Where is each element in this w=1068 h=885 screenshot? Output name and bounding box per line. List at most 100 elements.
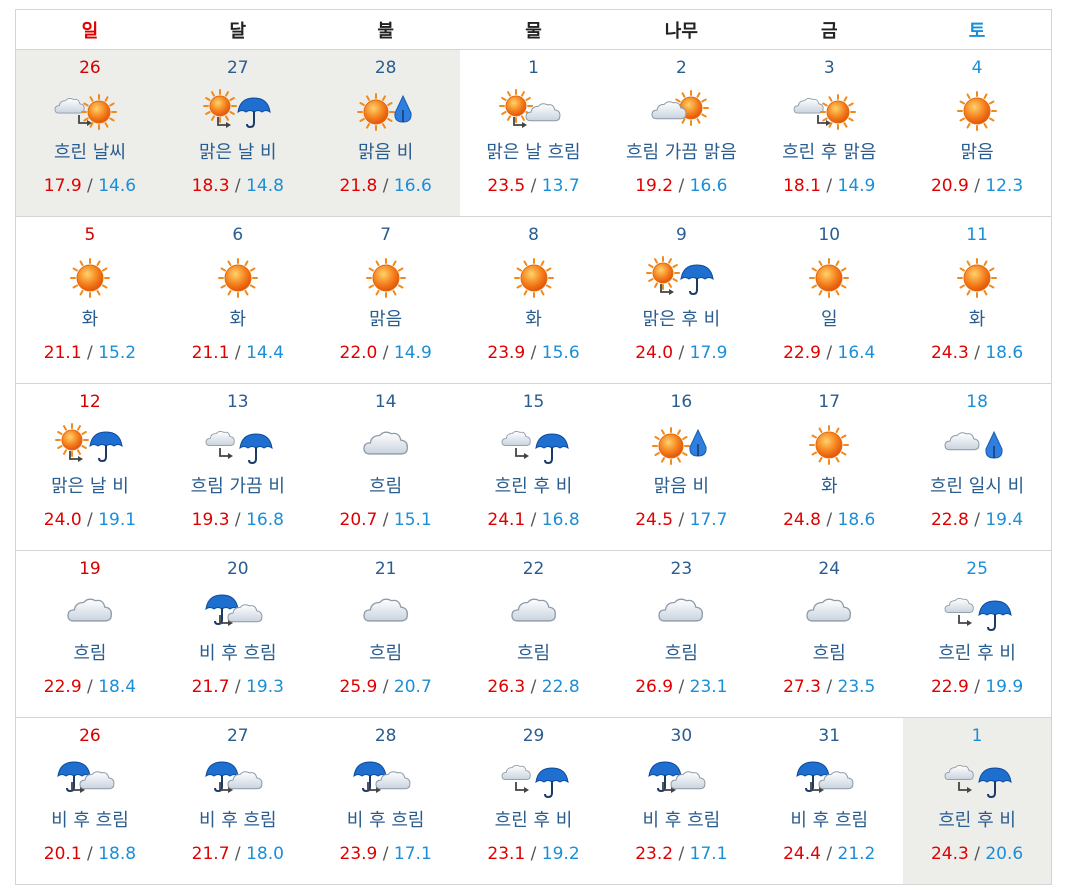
temperature-range: 23.9 / 15.6	[460, 343, 608, 363]
sun-icon	[791, 255, 867, 301]
weather-condition: 비 후 흐림	[198, 643, 277, 664]
temperature-range: 24.0 / 17.9	[607, 343, 755, 363]
temperature-separator: /	[377, 844, 394, 864]
cloud-icon	[496, 589, 572, 635]
temperature-range: 20.7 / 15.1	[312, 510, 460, 530]
day-cell[interactable]: 25 흐린 후 비 22.9 / 19.9	[903, 551, 1051, 717]
cloud-rain-icon	[939, 756, 1015, 802]
day-number: 1	[528, 58, 539, 78]
day-cell[interactable]: 15 흐린 후 비 24.1 / 16.8	[460, 384, 608, 550]
min-temperature: 20.6	[985, 844, 1024, 864]
temperature-range: 24.4 / 21.2	[755, 844, 903, 864]
cloud-icon	[348, 589, 424, 635]
day-cell[interactable]: 31 비 후 흐림 24.4 / 21.2	[755, 718, 903, 884]
temperature-range: 22.8 / 19.4	[903, 510, 1051, 530]
weather-condition: 흐린 후 비	[494, 476, 573, 497]
min-temperature: 14.6	[98, 176, 137, 196]
sun-drop-icon	[348, 88, 424, 134]
weather-condition: 흐림 가끔 맑음	[625, 142, 737, 163]
day-number: 4	[971, 58, 983, 78]
sun-icon	[52, 255, 128, 301]
day-cell[interactable]: 2 흐림 가끔 맑음 19.2 / 16.6	[607, 50, 755, 216]
temperature-separator: /	[377, 176, 394, 196]
rain-cloud-icon	[200, 589, 276, 635]
weekday-tue: 불	[377, 20, 394, 42]
max-temperature: 20.1	[43, 844, 82, 864]
day-cell[interactable]: 12 맑은 날 비 24.0 / 19.1	[16, 384, 164, 550]
day-number: 19	[79, 559, 101, 579]
day-number: 31	[818, 726, 841, 746]
cloud-sun-icon	[791, 88, 867, 134]
day-cell[interactable]: 27 맑은 날 비 18.3 / 14.8	[163, 50, 312, 216]
day-cell[interactable]: 1 흐린 후 비 24.3 / 20.6	[903, 718, 1052, 884]
day-cell[interactable]: 28 비 후 흐림 23.9 / 17.1	[312, 718, 460, 884]
day-cell[interactable]: 26 비 후 흐림 20.1 / 18.8	[16, 718, 164, 884]
max-temperature: 25.9	[339, 677, 378, 697]
day-cell[interactable]: 23 흐림 26.9 / 23.1	[607, 551, 755, 717]
temperature-range: 18.3 / 14.8	[164, 176, 312, 196]
day-number: 27	[226, 726, 249, 746]
max-temperature: 24.3	[930, 343, 969, 363]
day-cell[interactable]: 17 화 24.8 / 18.6	[755, 384, 903, 550]
day-cell[interactable]: 24 흐림 27.3 / 23.5	[755, 551, 903, 717]
day-number: 7	[380, 225, 392, 245]
day-number: 28	[374, 58, 397, 78]
min-temperature: 20.7	[393, 677, 432, 697]
day-cell[interactable]: 1 맑은 날 흐림 23.5 / 13.7	[460, 50, 608, 216]
weather-condition: 흐린 일시 비	[929, 476, 1025, 497]
max-temperature: 17.9	[43, 176, 82, 196]
weather-condition: 흐린 날씨	[53, 142, 126, 163]
temperature-range: 21.1 / 15.2	[16, 343, 164, 363]
day-cell[interactable]: 16 맑음 비 24.5 / 17.7	[607, 384, 755, 550]
max-temperature: 22.9	[783, 343, 821, 363]
day-cell[interactable]: 19 흐림 22.9 / 18.4	[16, 551, 164, 717]
min-temperature: 19.2	[541, 844, 580, 864]
day-cell[interactable]: 21 흐림 25.9 / 20.7	[312, 551, 460, 717]
max-temperature: 23.9	[487, 343, 526, 363]
weather-condition: 비 후 흐림	[790, 810, 869, 831]
weather-condition: 맑은 후 비	[642, 309, 721, 330]
temperature-separator: /	[229, 176, 247, 196]
temperature-separator: /	[820, 844, 838, 864]
temperature-range: 22.0 / 14.9	[312, 343, 460, 363]
day-cell[interactable]: 22 흐림 26.3 / 22.8	[460, 551, 608, 717]
max-temperature: 22.9	[43, 677, 82, 697]
day-cell[interactable]: 27 비 후 흐림 21.7 / 18.0	[164, 718, 312, 884]
temperature-separator: /	[820, 176, 838, 196]
day-cell[interactable]: 9 맑은 후 비 24.0 / 17.9	[607, 217, 755, 383]
sun-rain-icon	[643, 255, 719, 301]
day-cell[interactable]: 6 화 21.1 / 14.4	[164, 217, 312, 383]
max-temperature: 18.3	[191, 176, 230, 196]
day-number: 2	[675, 58, 687, 78]
min-temperature: 19.1	[98, 510, 137, 530]
day-cell[interactable]: 29 흐린 후 비 23.1 / 19.2	[460, 718, 608, 884]
weekday-fri: 금	[820, 20, 838, 42]
day-cell[interactable]: 13 흐림 가끔 비 19.3 / 16.8	[164, 384, 312, 550]
temperature-separator: /	[968, 844, 986, 864]
day-cell[interactable]: 14 흐림 20.7 / 15.1	[312, 384, 460, 550]
day-cell[interactable]: 8 화 23.9 / 15.6	[460, 217, 608, 383]
temperature-separator: /	[673, 343, 690, 363]
day-cell[interactable]: 11 화 24.3 / 18.6	[903, 217, 1051, 383]
min-temperature: 21.2	[837, 844, 876, 864]
temperature-separator: /	[673, 510, 690, 530]
day-cell[interactable]: 4 맑음 20.9 / 12.3	[903, 50, 1051, 216]
day-cell[interactable]: 7 맑음 22.0 / 14.9	[312, 217, 460, 383]
max-temperature: 22.9	[930, 677, 969, 697]
day-number: 17	[818, 392, 841, 412]
day-number: 12	[79, 392, 101, 412]
day-cell[interactable]: 10 일 22.9 / 16.4	[755, 217, 903, 383]
temperature-range: 21.8 / 16.6	[312, 176, 460, 196]
weather-condition: 맑음 비	[653, 476, 710, 497]
temperature-separator: /	[229, 510, 247, 530]
temperature-separator: /	[968, 677, 986, 697]
day-cell[interactable]: 28 맑음 비 21.8 / 16.6	[311, 50, 460, 216]
day-cell[interactable]: 30 비 후 흐림 23.2 / 17.1	[607, 718, 755, 884]
weather-condition: 비 후 흐림	[346, 810, 425, 831]
day-cell[interactable]: 26 흐린 날씨 17.9 / 14.6	[16, 50, 164, 216]
day-cell[interactable]: 5 화 21.1 / 15.2	[16, 217, 164, 383]
day-cell[interactable]: 18 흐린 일시 비 22.8 / 19.4	[903, 384, 1051, 550]
day-cell[interactable]: 3 흐린 후 맑음 18.1 / 14.9	[755, 50, 903, 216]
day-cell[interactable]: 20 비 후 흐림 21.7 / 19.3	[164, 551, 312, 717]
temperature-range: 21.7 / 19.3	[164, 677, 312, 697]
